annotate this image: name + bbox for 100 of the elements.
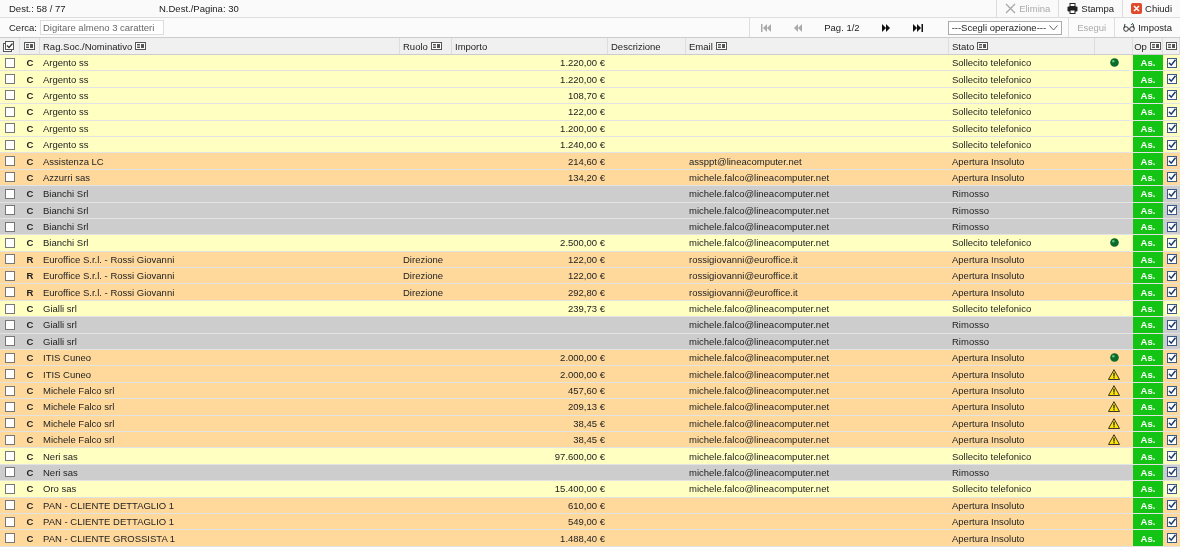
row-checkbox[interactable] [5, 221, 15, 232]
assign-button[interactable]: As. [1133, 399, 1163, 415]
settings-button[interactable]: Imposta [1114, 18, 1180, 37]
checked-checkbox-icon[interactable] [1166, 172, 1177, 183]
row-checkbox[interactable] [5, 188, 15, 199]
column-header[interactable]: Stato [952, 40, 989, 52]
assign-button[interactable]: As. [1133, 366, 1163, 382]
row-checkbox[interactable] [5, 434, 15, 445]
checked-checkbox-icon[interactable] [1166, 139, 1177, 150]
checked-checkbox-icon[interactable] [1166, 500, 1177, 511]
row-checkbox[interactable] [5, 57, 15, 68]
checked-checkbox-icon[interactable] [1166, 516, 1177, 527]
checked-checkbox-icon[interactable] [1166, 254, 1177, 265]
row-checkbox[interactable] [5, 516, 15, 527]
row-checkbox[interactable] [5, 467, 15, 478]
print-button[interactable]: Stampa [1058, 0, 1123, 17]
row-checkbox[interactable] [5, 451, 15, 462]
checked-checkbox-icon[interactable] [1166, 238, 1177, 248]
checked-checkbox-icon[interactable] [1166, 270, 1177, 281]
assign-button[interactable]: As. [1133, 481, 1163, 497]
checked-checkbox-icon[interactable] [1166, 303, 1177, 314]
row-checkbox[interactable] [5, 123, 15, 134]
row-checkbox[interactable] [5, 385, 15, 396]
assign-button[interactable]: As. [1133, 350, 1163, 366]
assign-button[interactable]: As. [1133, 186, 1163, 202]
column-menu-icon[interactable] [430, 42, 442, 50]
checked-checkbox-icon[interactable] [1166, 106, 1177, 117]
checked-checkbox-icon[interactable] [1166, 319, 1177, 330]
checked-checkbox-icon[interactable] [1166, 336, 1177, 347]
checked-checkbox-icon[interactable] [1166, 90, 1177, 101]
row-checkbox[interactable] [5, 533, 15, 543]
column-header[interactable]: Ruolo [403, 40, 442, 52]
email-cell: michele.falco@lineacomputer.net [689, 450, 830, 462]
checked-checkbox-icon[interactable] [1166, 123, 1177, 134]
assign-button[interactable]: As. [1133, 71, 1163, 87]
assign-button[interactable]: As. [1133, 104, 1163, 120]
row-checkbox[interactable] [5, 254, 15, 265]
assign-button[interactable]: As. [1133, 530, 1163, 546]
column-header[interactable]: Rag.Soc./Nominativo [43, 40, 147, 52]
column-menu-icon[interactable] [977, 42, 989, 50]
checked-checkbox-icon[interactable] [1166, 418, 1177, 429]
checked-checkbox-icon[interactable] [1166, 57, 1177, 68]
row-checkbox[interactable] [5, 172, 15, 183]
row-checkbox[interactable] [5, 319, 15, 330]
column-menu-icon[interactable] [135, 42, 147, 50]
row-checkbox[interactable] [5, 336, 15, 347]
checked-checkbox-icon[interactable] [1166, 401, 1177, 412]
checked-checkbox-icon[interactable] [1166, 467, 1177, 478]
checked-checkbox-icon[interactable] [1166, 221, 1177, 232]
column-menu-icon[interactable] [24, 42, 35, 50]
assign-button[interactable]: As. [1133, 55, 1163, 71]
row-checkbox[interactable] [5, 352, 15, 363]
row-checkbox[interactable] [5, 156, 15, 167]
checked-checkbox-icon[interactable] [1166, 385, 1177, 396]
assign-button[interactable]: As. [1133, 268, 1163, 284]
checked-checkbox-icon[interactable] [1166, 533, 1177, 543]
operation-dropdown[interactable]: ---Scegli operazione--- [947, 20, 1063, 35]
select-all-icon[interactable] [3, 40, 14, 52]
email-cell: michele.falco@lineacomputer.net [689, 483, 830, 495]
row-checkbox[interactable] [5, 483, 15, 494]
name-cell: Michele Falco srl [43, 385, 115, 396]
row-checkbox[interactable] [5, 270, 15, 281]
column-menu-icon[interactable] [1149, 42, 1161, 50]
row-checkbox[interactable] [5, 238, 15, 248]
type-cell: C [26, 319, 34, 331]
row-checkbox[interactable] [5, 74, 15, 85]
assign-button[interactable]: As. [1133, 284, 1163, 300]
assign-button[interactable]: As. [1133, 153, 1163, 169]
checked-checkbox-icon[interactable] [1166, 352, 1177, 363]
row-checkbox[interactable] [5, 106, 15, 117]
row-checkbox[interactable] [5, 139, 15, 150]
name-cell: Euroffice S.r.l. - Rossi Giovanni [43, 270, 175, 282]
checked-checkbox-icon[interactable] [1166, 434, 1177, 445]
row-checkbox[interactable] [5, 418, 15, 429]
row-checkbox[interactable] [5, 303, 15, 314]
search-field[interactable]: Digitare almeno 3 caratteri [40, 20, 164, 35]
column-menu-icon[interactable] [1165, 42, 1177, 50]
close-button[interactable]: Chiudi [1122, 0, 1180, 17]
column-header[interactable]: Importo [455, 40, 488, 52]
column-menu-icon[interactable] [715, 42, 727, 50]
checked-checkbox-icon[interactable] [1166, 369, 1177, 380]
checked-checkbox-icon[interactable] [1166, 156, 1177, 167]
row-checkbox[interactable] [5, 90, 15, 101]
assign-button[interactable]: As. [1133, 317, 1163, 333]
row-checkbox[interactable] [5, 287, 15, 298]
checked-checkbox-icon[interactable] [1166, 483, 1177, 494]
checked-checkbox-icon[interactable] [1166, 451, 1177, 462]
checked-checkbox-icon[interactable] [1166, 188, 1177, 199]
column-header[interactable]: Email [689, 40, 727, 52]
checked-checkbox-icon[interactable] [1166, 74, 1177, 85]
row-checkbox[interactable] [5, 500, 15, 511]
checked-checkbox-icon[interactable] [1166, 205, 1177, 216]
row-checkbox[interactable] [5, 205, 15, 216]
assign-button[interactable]: As. [1133, 448, 1163, 464]
column-header[interactable]: Op [1134, 40, 1161, 52]
row-checkbox[interactable] [5, 401, 15, 412]
checked-checkbox-icon[interactable] [1166, 287, 1177, 298]
row-checkbox[interactable] [5, 369, 15, 380]
column-header[interactable]: Descrizione [611, 40, 661, 52]
assign-button[interactable]: As. [1133, 235, 1163, 251]
